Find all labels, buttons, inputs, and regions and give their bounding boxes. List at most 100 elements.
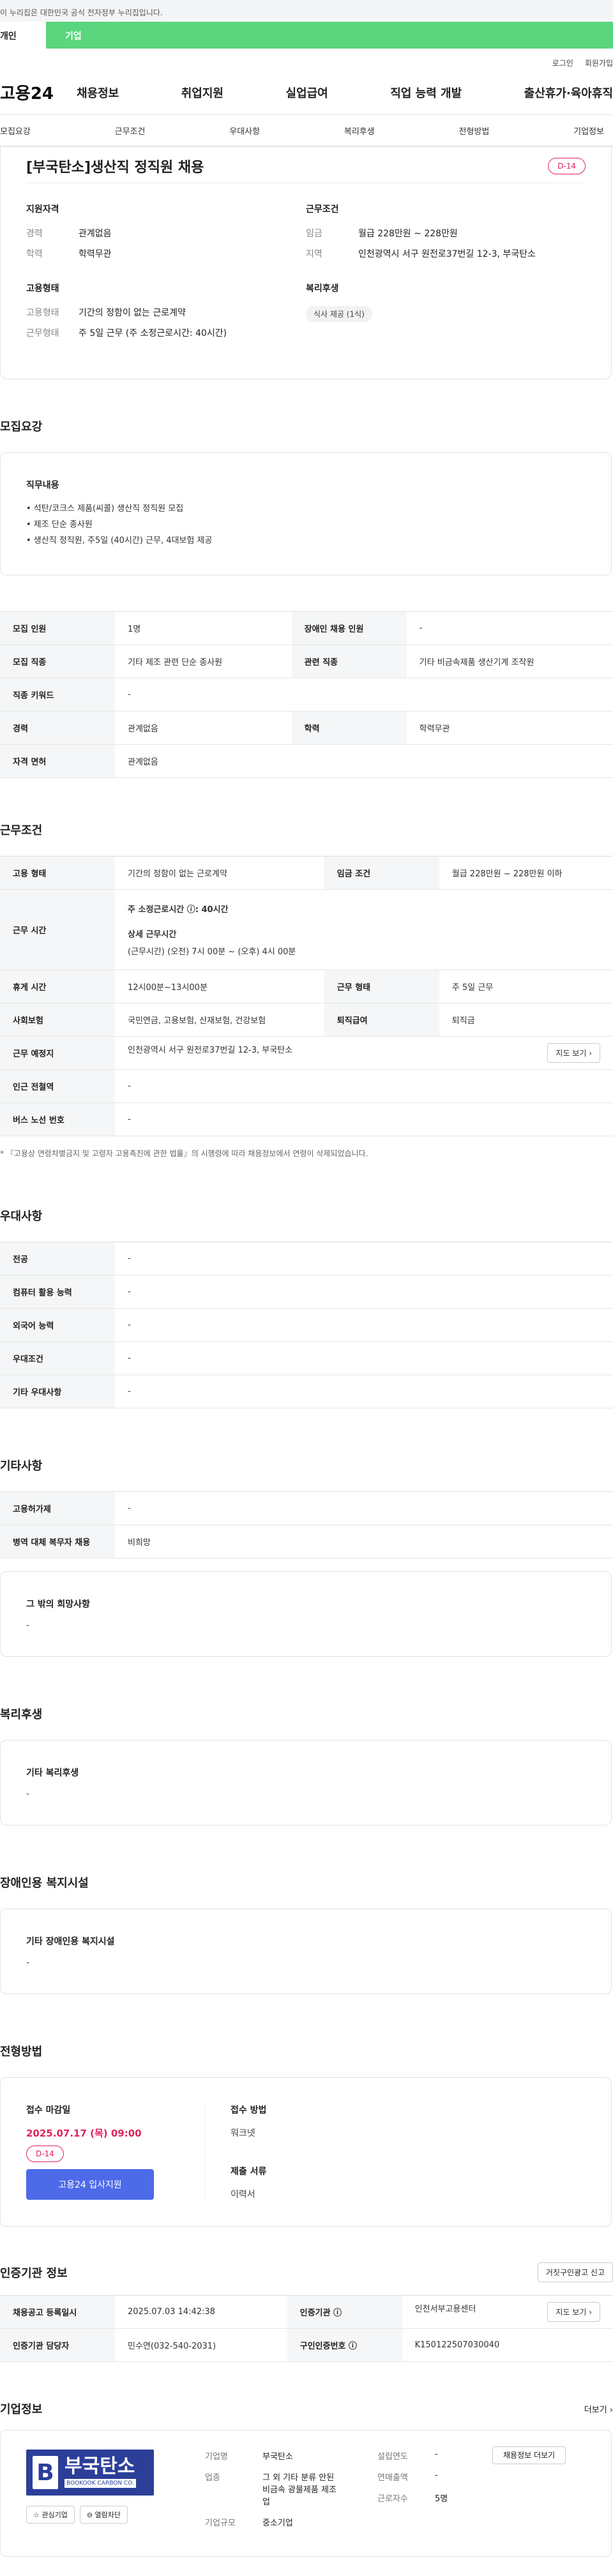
site-logo[interactable]: 고용24 bbox=[0, 80, 77, 104]
table-cell: 2025.07.03 14:42:38 bbox=[115, 2295, 287, 2329]
table-row: 채용공고 등록일시 2025.07.03 14:42:38 인증기관 ⓘ 인천서부고용… bbox=[0, 2295, 613, 2329]
work-location-value: 인천광역시 서구 원전로37번길 12-3, 부국탄소 bbox=[128, 1046, 293, 1055]
welfare-group: 복리후생 식사 제공 (1식) bbox=[306, 282, 586, 322]
gnb-item-parental-leave[interactable]: 출산휴가·육아휴직 bbox=[524, 84, 613, 101]
education-value: 학력무관 bbox=[79, 249, 112, 259]
company-logo-text: 부국탄소 BOOKOOK CARBON CO. bbox=[64, 2457, 136, 2488]
table-header-cell: 채용공고 등록일시 bbox=[0, 2295, 115, 2329]
method-column: 접수 방법 워크넷 제출 서류 이력서 bbox=[205, 2103, 266, 2200]
table-header-cell: 장애인 채용 인원 bbox=[291, 611, 407, 645]
qualification-group: 지원자격 경력 관계없음 학력 학력무관 bbox=[26, 202, 306, 260]
preference-section-title: 우대사항 bbox=[0, 1210, 43, 1223]
report-false-ad-button[interactable]: 거짓구인광고 신고 bbox=[537, 2262, 613, 2282]
table-row: 외국어 능력 - bbox=[0, 1308, 613, 1342]
table-cell: - bbox=[115, 1069, 613, 1103]
table-cell: 민수연(032-540-2031) bbox=[115, 2328, 287, 2362]
table-header-cell: 직종 키워드 bbox=[0, 678, 115, 712]
table-cell: 월급 228만원 ~ 228만원 이하 bbox=[439, 856, 613, 890]
table-row: 인증기관 담당자 민수연(032-540-2031) 구인인증번호 ⓘ K150122… bbox=[0, 2328, 613, 2362]
company-logo-column: B 부국탄소 BOOKOOK CARBON CO. ☆ 관심기업 ⊖ 열람차단 bbox=[26, 2450, 154, 2537]
recruit-section-title: 모집요강 bbox=[0, 420, 43, 434]
lnb-item-recruit[interactable]: 모집요강 bbox=[0, 125, 31, 137]
work-hours-cell: 주 소정근로시간 ⓘ: 40시간 상세 근무시간 (근무시간) (오전) 7시 … bbox=[115, 889, 613, 970]
company-more-link[interactable]: 더보기 › bbox=[584, 2403, 613, 2415]
table-cell: 주 5일 근무 bbox=[439, 970, 613, 1003]
table-header-cell: 우대조건 bbox=[0, 1341, 115, 1375]
founded-label: 설립연도 bbox=[377, 2452, 408, 2462]
documents-value: 이력서 bbox=[231, 2190, 255, 2200]
table-header-cell: 경력 bbox=[0, 711, 115, 745]
table-row: 인근 전철역 - bbox=[0, 1069, 613, 1103]
table-header-cell: 휴게 시간 bbox=[0, 970, 115, 1003]
list-item: • 제조 단순 종사원 bbox=[26, 520, 93, 530]
gnb-item-unemployment-benefit[interactable]: 실업급여 bbox=[286, 84, 328, 101]
table-header-cell: 인증기관 ⓘ bbox=[287, 2295, 402, 2329]
map-view-button[interactable]: 지도 보기 › bbox=[547, 1043, 600, 1063]
lnb-item-work[interactable]: 근무조건 bbox=[115, 125, 146, 137]
job-info-grid: 지원자격 경력 관계없음 학력 학력무관 고용형태 고용형태 기간의 정함이 없는 근… bbox=[26, 183, 586, 361]
gnb-item-training[interactable]: 직업 능력 개발 bbox=[390, 84, 462, 101]
table-header-cell: 기타 우대사항 bbox=[0, 1375, 115, 1408]
company-jobs-button[interactable]: 채용정보 더보기 bbox=[492, 2446, 566, 2464]
audience-tabbar: 개인 기업 bbox=[0, 22, 613, 49]
lnb-item-selection[interactable]: 전형방법 bbox=[459, 125, 490, 137]
wage-label: 임금 bbox=[306, 229, 322, 239]
table-cell: 비희망 bbox=[115, 1525, 613, 1559]
table-row: 자격 면허 관계없음 bbox=[0, 744, 613, 778]
detail-hours-heading: 상세 근무시간 bbox=[128, 930, 177, 940]
company-info: 기업명 부국탄소 업종 그 외 기타 분류 안된 비금속 광물제품 제조업 기업규모… bbox=[205, 2446, 586, 2537]
table-cell: 12시00분~13시00분 bbox=[115, 970, 324, 1003]
table-header-cell: 관련 직종 bbox=[291, 644, 407, 678]
tab-company[interactable]: 기업 bbox=[46, 22, 613, 49]
company-info-col-2: 설립연도 - 연매출액 - 근로자수 5명 bbox=[377, 2450, 467, 2537]
login-link[interactable]: 로그인 bbox=[552, 57, 573, 70]
table-header-cell: 버스 노선 번호 bbox=[0, 1102, 115, 1136]
industry-label: 업종 bbox=[205, 2473, 220, 2483]
lnb-item-benefits[interactable]: 복리후생 bbox=[344, 125, 375, 137]
info-col-left: 지원자격 경력 관계없음 학력 학력무관 고용형태 고용형태 기간의 정함이 없는 근… bbox=[26, 202, 306, 361]
table-header-cell: 구인인증번호 ⓘ bbox=[287, 2328, 402, 2362]
cert-section-title: 인증기관 정보 bbox=[0, 2266, 68, 2280]
benefits-value: - bbox=[26, 1789, 30, 1799]
company-name-row: 기업명 부국탄소 bbox=[205, 2450, 352, 2462]
global-nav: 고용24 채용정보 취업지원 실업급여 직업 능력 개발 출산휴가·육아휴직 bbox=[0, 70, 613, 115]
founded-value: - bbox=[435, 2450, 438, 2459]
table-header-cell: 자격 면허 bbox=[0, 744, 115, 778]
table-cell: - bbox=[115, 1341, 613, 1375]
table-header-cell: 병역 대체 복무자 채용 bbox=[0, 1525, 115, 1559]
work-section-title: 근무조건 bbox=[0, 824, 43, 837]
gnb-item-jobs[interactable]: 채용정보 bbox=[77, 84, 119, 101]
lnb-item-preference[interactable]: 우대사항 bbox=[229, 125, 260, 137]
benefits-heading: 기타 복리후생 bbox=[26, 1768, 79, 1778]
company-logo-ko: 부국탄소 bbox=[64, 2455, 135, 2478]
work-form-row: 근무형태 주 5일 근무 (주 소정근로시간: 40시간) bbox=[26, 326, 306, 339]
table-cell: - bbox=[115, 1102, 613, 1136]
other-wish-card: 그 밖의 희망사항 - bbox=[0, 1571, 612, 1657]
apply-button[interactable]: 고용24 입사지원 bbox=[26, 2169, 154, 2200]
lnb-item-company[interactable]: 기업정보 bbox=[573, 125, 604, 137]
employees-row: 근로자수 5명 bbox=[377, 2492, 467, 2504]
tab-personal[interactable]: 개인 bbox=[0, 22, 46, 49]
gnb-item-employment-support[interactable]: 취업지원 bbox=[181, 84, 223, 101]
map-view-button[interactable]: 지도 보기 › bbox=[547, 2302, 600, 2322]
table-cell: 학력무관 bbox=[406, 711, 613, 745]
qualification-heading: 지원자격 bbox=[26, 204, 59, 215]
signup-link[interactable]: 회원가입 bbox=[585, 57, 613, 70]
table-header-cell: 인증기관 담당자 bbox=[0, 2328, 115, 2362]
selection-card: 접수 마감일 2025.07.17 (목) 09:00 D-14 고용24 입사… bbox=[0, 2077, 612, 2227]
table-row: 휴게 시간 12시00분~13시00분 근무 형태 주 5일 근무 bbox=[0, 970, 613, 1003]
table-row: 고용 형태 기간의 정함이 없는 근로계약 임금 조건 월급 228만원 ~ 228만… bbox=[0, 856, 613, 890]
table-cell: - bbox=[406, 611, 613, 645]
cert-agency-value: 인천서부고용센터 bbox=[414, 2305, 476, 2314]
company-logo: B 부국탄소 BOOKOOK CARBON CO. bbox=[26, 2450, 154, 2496]
table-cell: 인천서부고용센터 지도 보기 › bbox=[402, 2295, 613, 2329]
company-info-col-1: 기업명 부국탄소 업종 그 외 기타 분류 안된 비금속 광물제품 제조업 기업규모… bbox=[205, 2450, 352, 2537]
table-cell: 국민연금, 고용보험, 산재보험, 건강보험 bbox=[115, 1003, 324, 1037]
table-header-cell: 컴퓨터 활용 능력 bbox=[0, 1275, 115, 1309]
table-cell: - bbox=[115, 1308, 613, 1342]
block-view-button[interactable]: ⊖ 열람차단 bbox=[79, 2506, 128, 2524]
table-row: 버스 노선 번호 - bbox=[0, 1102, 613, 1136]
interest-company-button[interactable]: ☆ 관심기업 bbox=[26, 2506, 75, 2524]
table-header-cell: 인근 전철역 bbox=[0, 1069, 115, 1103]
employment-heading: 고용형태 bbox=[26, 284, 59, 294]
